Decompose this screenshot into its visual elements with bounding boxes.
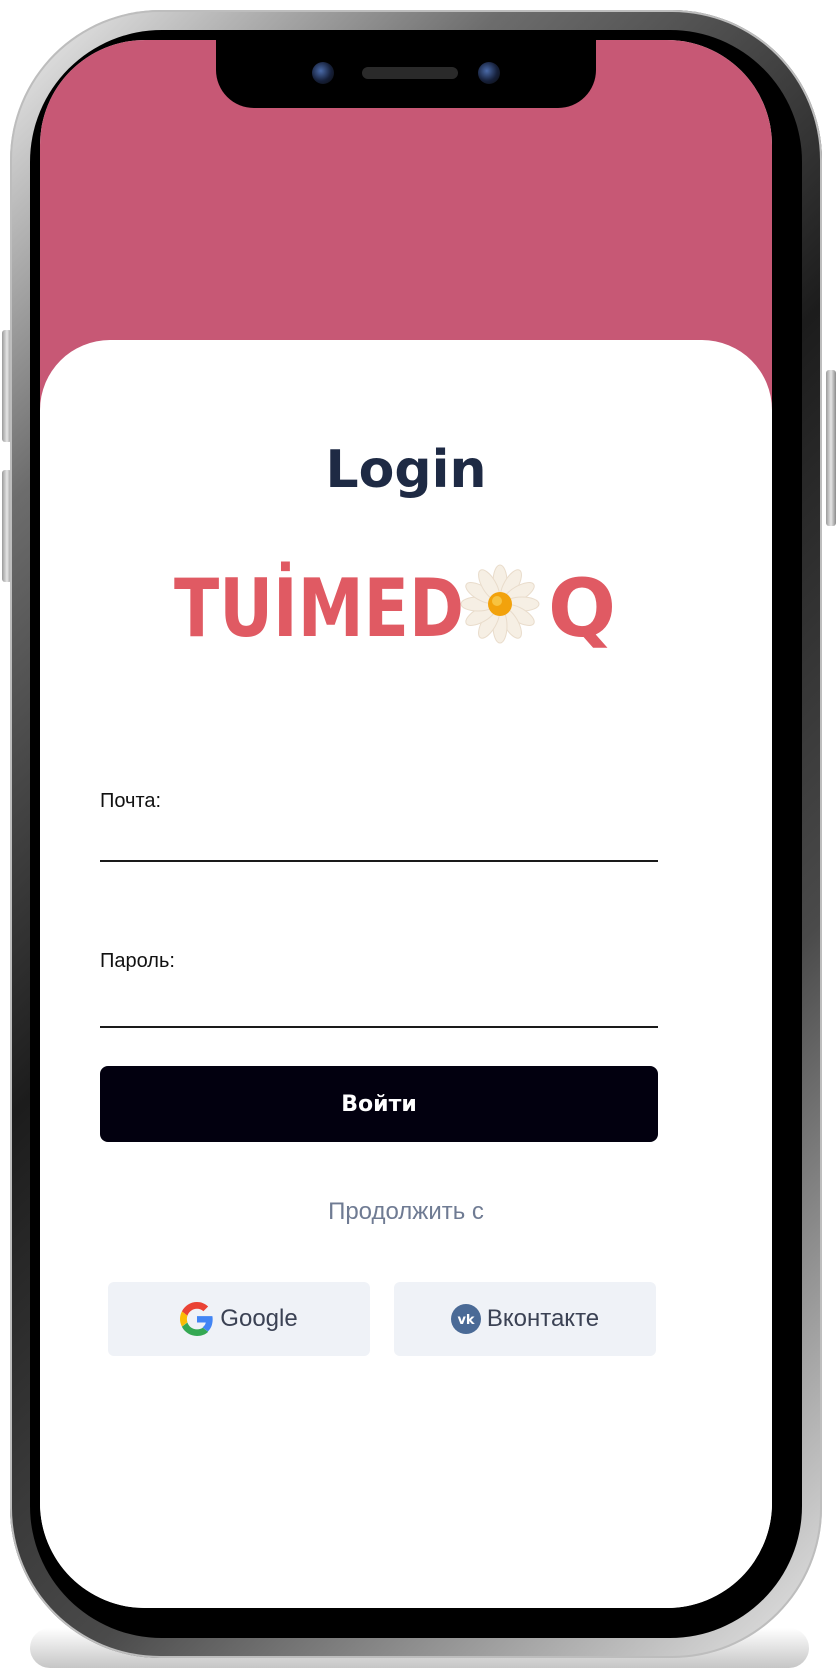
email-field[interactable] bbox=[100, 816, 658, 862]
login-card: Login TUİMED Q Почта: Пароль: Войти Прод… bbox=[40, 340, 772, 1608]
svg-text:vk: vk bbox=[457, 1313, 474, 1328]
daisy-icon bbox=[460, 564, 540, 644]
app-logo: TUİMED Q bbox=[174, 561, 616, 648]
google-icon bbox=[180, 1302, 213, 1336]
password-label: Пароль: bbox=[100, 950, 175, 972]
logo-text: TUİMED bbox=[174, 561, 464, 648]
login-button[interactable]: Войти bbox=[100, 1066, 658, 1142]
sensor-icon bbox=[478, 62, 500, 84]
google-login-button[interactable]: Google bbox=[108, 1282, 370, 1356]
speaker-grille bbox=[362, 67, 458, 79]
google-label: Google bbox=[220, 1305, 298, 1332]
vk-icon: vk bbox=[450, 1304, 481, 1334]
phone-screen: Login TUİMED Q Почта: Пароль: Войти Прод… bbox=[40, 40, 772, 1608]
email-label: Почта: bbox=[100, 790, 162, 812]
vk-login-button[interactable]: vk Вконтакте bbox=[394, 1282, 656, 1356]
power-button bbox=[826, 370, 836, 526]
logo-text-tail: Q bbox=[548, 562, 616, 648]
notch bbox=[216, 40, 596, 108]
phone-mockup: Login TUİMED Q Почта: Пароль: Войти Прод… bbox=[0, 0, 839, 1668]
vk-label: Вконтакте bbox=[486, 1305, 600, 1332]
continue-with-label: Продолжить с bbox=[328, 1198, 484, 1225]
password-field[interactable] bbox=[100, 982, 658, 1028]
camera-icon bbox=[312, 62, 334, 84]
page-title: Login bbox=[325, 440, 487, 500]
